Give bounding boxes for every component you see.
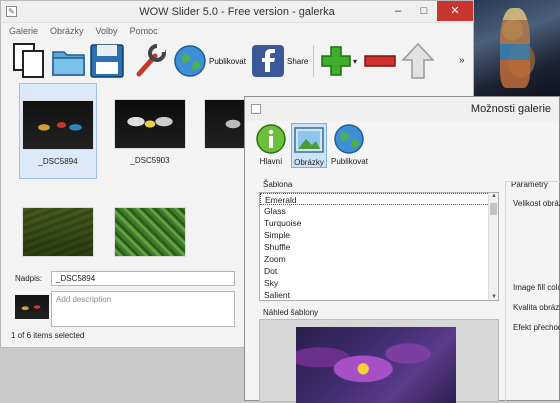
- toolbar-overflow[interactable]: »: [459, 53, 465, 67]
- thumbnail-caption: _DSC5903: [130, 156, 170, 165]
- caption-label: Nadpis:: [15, 274, 43, 283]
- list-item[interactable]: Salient: [260, 289, 498, 300]
- thumbnail-item[interactable]: [111, 203, 189, 263]
- scroll-up-icon[interactable]: ▲: [489, 193, 498, 199]
- menu-volby[interactable]: Volby: [96, 26, 118, 36]
- arrow-up-icon: [401, 42, 435, 79]
- open-folder-button[interactable]: [51, 41, 87, 81]
- save-icon: [90, 44, 124, 78]
- thumbnail-item[interactable]: [19, 203, 97, 263]
- share-label: Share: [287, 56, 309, 66]
- list-item[interactable]: Dot: [260, 265, 498, 277]
- list-item[interactable]: Glass: [260, 205, 498, 217]
- add-dropdown-button[interactable]: ▾: [353, 41, 357, 81]
- copy-button[interactable]: [11, 41, 47, 81]
- list-item[interactable]: Sky: [260, 277, 498, 289]
- list-item[interactable]: Zoom: [260, 253, 498, 265]
- minus-icon: [364, 55, 396, 67]
- toolbar-separator: [313, 45, 314, 77]
- scroll-down-icon[interactable]: ▼: [489, 294, 498, 300]
- tab-publikovat-label: Publikovat: [331, 157, 368, 166]
- add-image-button[interactable]: [319, 41, 353, 81]
- options-dialog: Možnosti galerie Hlavní Obrázky Publikov…: [244, 96, 560, 403]
- tab-hlavni-label: Hlavní: [259, 157, 283, 166]
- publish-label: Publikovat: [209, 56, 246, 66]
- globe-icon: [174, 45, 206, 77]
- menubar: Galerie Obrázky Volby Pomoc: [1, 23, 473, 39]
- maximize-button[interactable]: □: [411, 1, 437, 21]
- thumbnail-image: [22, 207, 94, 257]
- close-button[interactable]: ✕: [437, 1, 473, 21]
- thumbnail-caption: _DSC5894: [38, 157, 78, 166]
- settings-button[interactable]: [131, 41, 167, 81]
- list-item[interactable]: Turquoise: [260, 217, 498, 229]
- facebook-icon: [252, 45, 284, 77]
- share-button[interactable]: Share: [251, 41, 308, 81]
- param-image-size: Velikost obrázk: [513, 199, 560, 208]
- toolbar: Publikovat Share ▾ »: [1, 39, 473, 85]
- wrench-icon: [136, 44, 166, 77]
- minimize-button[interactable]: –: [385, 1, 411, 21]
- preview-group-label: Náhled šablony: [263, 308, 319, 317]
- description-input[interactable]: Add description: [51, 291, 235, 327]
- save-button[interactable]: [89, 41, 125, 81]
- list-item[interactable]: Shuffle: [260, 241, 498, 253]
- thumbnail-item[interactable]: _DSC5903: [111, 83, 189, 179]
- copy-icon: [13, 43, 44, 78]
- main-titlebar: ✎ WOW Slider 5.0 - Free version - galerk…: [1, 1, 473, 23]
- dialog-app-icon: [251, 104, 261, 114]
- thumbnail-image: [114, 99, 186, 149]
- menu-pomoc[interactable]: Pomoc: [130, 26, 158, 36]
- properties-panel: Nadpis: _DSC5894 Add description: [11, 267, 245, 329]
- desktop-photo-figure: [500, 8, 530, 88]
- menu-obrazky[interactable]: Obrázky: [50, 26, 84, 36]
- dropdown-arrow-icon: ▾: [353, 56, 358, 66]
- thumbnail-image: [114, 207, 186, 257]
- overflow-icon: »: [459, 54, 465, 66]
- dialog-title: Možnosti galerie: [470, 103, 551, 115]
- template-group-label: Šablona: [263, 180, 293, 189]
- status-bar-text: 1 of 6 items selected: [11, 331, 85, 340]
- globe-icon: [334, 124, 364, 154]
- image-icon: [294, 127, 324, 153]
- thumbnail-image: [22, 100, 94, 150]
- tab-publikovat[interactable]: Publikovat: [331, 123, 368, 166]
- selected-image-preview: [15, 295, 49, 319]
- menu-galerie[interactable]: Galerie: [9, 26, 38, 36]
- info-icon: [256, 124, 286, 154]
- list-scrollbar[interactable]: ▲ ▼: [488, 193, 498, 300]
- caption-input[interactable]: _DSC5894: [51, 271, 235, 286]
- thumbnail-item[interactable]: _DSC5894: [19, 83, 97, 179]
- scrollbar-thumb[interactable]: [490, 203, 497, 215]
- template-list[interactable]: Emerald Glass Turquoise Simple Shuffle Z…: [259, 192, 499, 301]
- list-item[interactable]: Simple: [260, 229, 498, 241]
- param-transition-effect: Efekt přechod: [513, 323, 560, 332]
- remove-image-button[interactable]: [363, 41, 397, 81]
- dialog-titlebar: Možnosti galerie: [245, 97, 559, 121]
- tab-hlavni[interactable]: Hlavní: [253, 123, 289, 166]
- tab-obrazky-label: Obrázky: [294, 158, 324, 167]
- list-item[interactable]: Emerald: [260, 193, 498, 205]
- preview-image: [296, 327, 456, 403]
- folder-icon: [52, 51, 85, 76]
- param-fill-color: Image fill color: [513, 283, 560, 292]
- param-image-quality: Kvalita obrázk: [513, 303, 560, 312]
- publish-button[interactable]: Publikovat: [173, 41, 246, 81]
- tab-obrazky[interactable]: Obrázky: [291, 123, 327, 168]
- plus-icon: [321, 46, 351, 76]
- move-up-button[interactable]: [401, 41, 435, 81]
- template-preview: [259, 319, 499, 403]
- dialog-toolbar: Hlavní Obrázky Publikovat: [245, 121, 559, 171]
